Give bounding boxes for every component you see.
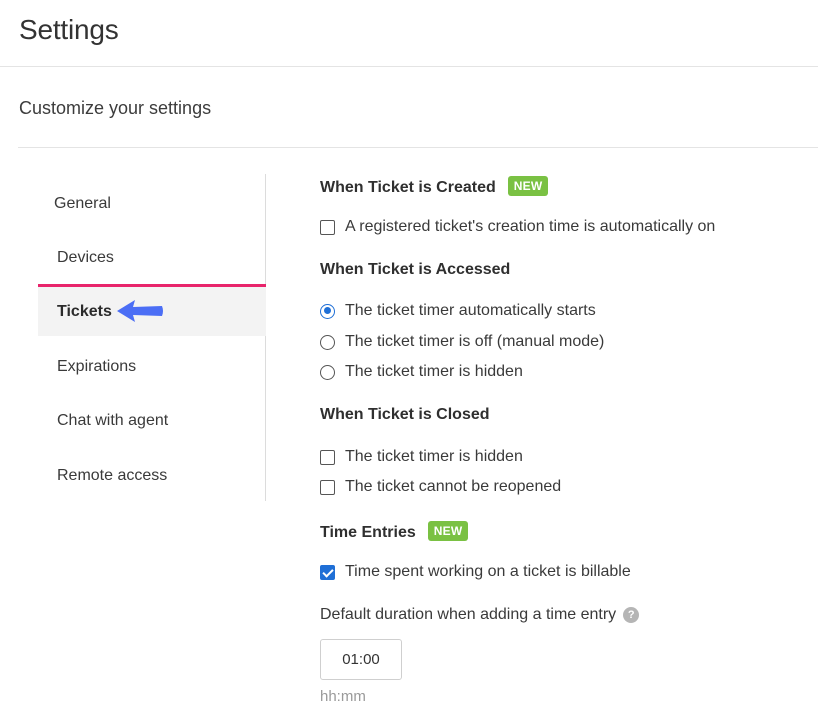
- settings-sidebar: General Devices Tickets Expirations Chat…: [38, 174, 266, 501]
- sidebar-item-expirations[interactable]: Expirations: [38, 342, 266, 391]
- timer-hidden-label: The ticket timer is hidden: [345, 363, 523, 380]
- subtitle-divider: [18, 147, 818, 148]
- creation-time-checkbox[interactable]: [320, 219, 335, 235]
- section-title-time-entries: Time Entries NEW: [320, 521, 469, 542]
- cannot-reopen-checkbox[interactable]: [320, 479, 335, 495]
- closed-timer-hidden-label: The ticket timer is hidden: [345, 448, 523, 465]
- default-duration-label: Default duration when adding a time entr…: [320, 606, 640, 624]
- page-subtitle: Customize your settings: [19, 98, 212, 118]
- new-badge: NEW: [427, 521, 469, 541]
- left-arrow-icon: [117, 300, 163, 322]
- default-duration-input[interactable]: [320, 639, 402, 680]
- billable-label: Time spent working on a ticket is billab…: [345, 563, 631, 580]
- sidebar-item-general[interactable]: General: [38, 179, 266, 228]
- sidebar-item-devices[interactable]: Devices: [38, 233, 266, 282]
- timer-hidden-radio[interactable]: [320, 364, 335, 380]
- help-icon[interactable]: ?: [623, 607, 640, 623]
- timer-manual-label: The ticket timer is off (manual mode): [345, 333, 605, 350]
- cannot-reopen-option[interactable]: The ticket cannot be reopened: [320, 477, 561, 497]
- section-title-time-entries-text: Time Entries: [320, 524, 416, 541]
- section-title-created-text: When Ticket is Created: [320, 179, 496, 196]
- header-divider: [0, 66, 818, 67]
- sidebar-item-chat-with-agent[interactable]: Chat with agent: [38, 396, 266, 445]
- section-title-accessed: When Ticket is Accessed: [320, 261, 511, 278]
- billable-option[interactable]: Time spent working on a ticket is billab…: [320, 562, 631, 582]
- timer-auto-start-radio[interactable]: [320, 303, 335, 319]
- sidebar-item-remote-access[interactable]: Remote access: [38, 451, 266, 500]
- timer-hidden-option[interactable]: The ticket timer is hidden: [320, 362, 523, 382]
- timer-manual-radio[interactable]: [320, 334, 335, 350]
- creation-time-option[interactable]: A registered ticket's creation time is a…: [320, 217, 715, 237]
- timer-auto-start-option[interactable]: The ticket timer automatically starts: [320, 301, 596, 321]
- default-duration-label-text: Default duration when adding a time entr…: [320, 606, 617, 623]
- closed-timer-hidden-option[interactable]: The ticket timer is hidden: [320, 447, 523, 467]
- timer-manual-option[interactable]: The ticket timer is off (manual mode): [320, 332, 604, 352]
- creation-time-label: A registered ticket's creation time is a…: [345, 218, 716, 235]
- cannot-reopen-label: The ticket cannot be reopened: [345, 478, 562, 495]
- duration-format-hint: hh:mm: [320, 688, 366, 705]
- new-badge: NEW: [507, 176, 549, 196]
- page-title: Settings: [19, 14, 119, 45]
- billable-checkbox[interactable]: [320, 564, 335, 580]
- section-title-closed: When Ticket is Closed: [320, 406, 490, 423]
- section-title-created: When Ticket is Created NEW: [320, 176, 549, 197]
- closed-timer-hidden-checkbox[interactable]: [320, 449, 335, 465]
- timer-auto-start-label: The ticket timer automatically starts: [345, 302, 596, 319]
